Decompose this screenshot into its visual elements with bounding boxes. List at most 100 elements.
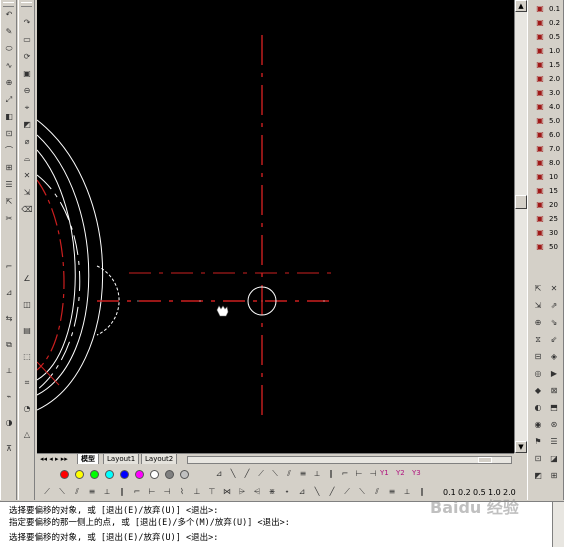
scale-label[interactable]: 4.0 [549, 103, 560, 111]
color-swatch[interactable] [120, 470, 129, 479]
left-lower-tool-button[interactable]: ◑ [2, 416, 16, 430]
right-tool-button[interactable]: ⊞ [547, 469, 561, 483]
linetype-tool-button[interactable]: ∥ [115, 485, 129, 499]
right-tool-button[interactable]: ◎ [531, 367, 545, 381]
linetype-tool-button[interactable]: ⋆ [280, 485, 294, 499]
linetype-tool-button[interactable]: ≡ [385, 485, 399, 499]
dimension-tool-button[interactable]: ⟋ [254, 467, 268, 481]
linetype-tool-button[interactable]: ≡ [85, 485, 99, 499]
color-swatch[interactable] [180, 470, 189, 479]
command-scrollbar[interactable] [552, 502, 564, 547]
linetype-tool-button[interactable]: ∥ [415, 485, 429, 499]
dimension-tool-button[interactable]: ⊣ [366, 467, 380, 481]
scroll-thumb[interactable] [515, 195, 527, 209]
horizontal-scrollbar[interactable] [187, 456, 512, 464]
linetype-tool-button[interactable]: ⊤ [205, 485, 219, 499]
right-tool-button[interactable]: ⊕ [531, 316, 545, 330]
color-swatch[interactable] [75, 470, 84, 479]
right-tool-button[interactable]: ◪ [547, 452, 561, 466]
left-tool-button[interactable]: ◩ [20, 118, 34, 132]
right-tool-button[interactable]: ⇱ [531, 282, 545, 296]
linetype-tool-button[interactable]: ⋇ [265, 485, 279, 499]
right-tool-button[interactable]: ⚑ [531, 435, 545, 449]
right-tool-button[interactable]: ⧖ [531, 333, 545, 347]
linetype-tool-button[interactable]: ⫽ [70, 485, 84, 499]
scale-label[interactable]: 0.1 [549, 5, 560, 13]
scale-icon[interactable]: ▣ [534, 242, 546, 252]
scale-icon[interactable]: ▣ [534, 4, 546, 14]
scale-icon[interactable]: ▣ [534, 172, 546, 182]
linetype-tool-button[interactable]: ⟍ [355, 485, 369, 499]
left-lower-tool-button[interactable]: ⌐ [2, 260, 16, 274]
color-swatch[interactable] [60, 470, 69, 479]
linetype-tool-button[interactable]: ⌐ [130, 485, 144, 499]
left-lower-tool-button[interactable]: ⧉ [2, 338, 16, 352]
scale-icon[interactable]: ▣ [534, 144, 546, 154]
scale-icon[interactable]: ▣ [534, 130, 546, 140]
left-lower-tool-button[interactable]: ⌗ [20, 376, 34, 390]
toolbar-grip[interactable] [3, 2, 14, 7]
right-tool-button[interactable]: ◆ [531, 384, 545, 398]
left-tool-button[interactable]: ⬭ [2, 42, 16, 56]
dimension-tool-button[interactable]: ⟂ [310, 467, 324, 481]
left-lower-tool-button[interactable]: ◫ [20, 298, 34, 312]
right-tool-button[interactable]: ⊡ [531, 452, 545, 466]
dimension-tool-button[interactable]: ⊢ [352, 467, 366, 481]
scale-label[interactable]: 0.5 [549, 33, 560, 41]
scale-label[interactable]: 25 [549, 215, 558, 223]
scale-label[interactable]: 15 [549, 187, 558, 195]
hscroll-thumb[interactable] [478, 457, 492, 463]
scale-icon[interactable]: ▣ [534, 214, 546, 224]
scale-icon[interactable]: ▣ [534, 88, 546, 98]
left-tool-button[interactable]: ↷ [20, 16, 34, 30]
scale-icon[interactable]: ▣ [534, 46, 546, 56]
linetype-tool-button[interactable]: ⟋ [40, 485, 54, 499]
left-lower-tool-button[interactable]: ∠ [20, 272, 34, 286]
left-tool-button[interactable]: ◧ [2, 110, 16, 124]
color-swatch[interactable] [150, 470, 159, 479]
scale-icon[interactable]: ▣ [534, 116, 546, 126]
left-tool-button[interactable]: ✕ [20, 169, 34, 183]
scale-icon[interactable]: ▣ [534, 158, 546, 168]
linetype-tool-button[interactable]: ⩤ [250, 485, 264, 499]
left-lower-tool-button[interactable]: ⟂ [2, 364, 16, 378]
left-tool-button[interactable]: ⊖ [20, 84, 34, 98]
right-tool-button[interactable]: ◐ [531, 401, 545, 415]
dimension-tool-button[interactable]: ╲ [226, 467, 240, 481]
linetype-tool-button[interactable]: ⟂ [100, 485, 114, 499]
scale-icon[interactable]: ▣ [534, 74, 546, 84]
scale-icon[interactable]: ▣ [534, 18, 546, 28]
scroll-up-button[interactable]: ▲ [515, 0, 527, 12]
linetype-tool-button[interactable]: ⋈ [220, 485, 234, 499]
scale-label[interactable]: 10 [549, 173, 558, 181]
scale-label[interactable]: 0.2 [549, 19, 560, 27]
linetype-tool-button[interactable]: ╱ [325, 485, 339, 499]
dimension-tool-button[interactable]: ⫽ [282, 467, 296, 481]
right-tool-button[interactable]: ☰ [547, 435, 561, 449]
linetype-tool-button[interactable]: ⟋ [340, 485, 354, 499]
left-tool-button[interactable]: ⟳ [20, 50, 34, 64]
drawing-canvas[interactable] [37, 0, 514, 453]
scale-label[interactable]: 8.0 [549, 159, 560, 167]
left-tool-button[interactable]: ⊕ [2, 76, 16, 90]
scale-icon[interactable]: ▣ [534, 60, 546, 70]
left-tool-button[interactable]: ⊞ [2, 161, 16, 175]
vertical-scrollbar[interactable]: ▲ ▼ [514, 0, 527, 453]
left-tool-button[interactable]: ⌖ [20, 101, 34, 115]
right-tool-button[interactable]: ⇗ [547, 299, 561, 313]
linetype-tool-button[interactable]: ⟂ [400, 485, 414, 499]
y2-label[interactable]: Y2 [396, 469, 405, 477]
left-lower-tool-button[interactable]: ▤ [20, 324, 34, 338]
right-tool-button[interactable]: ◩ [531, 469, 545, 483]
left-lower-tool-button[interactable]: ⌁ [2, 390, 16, 404]
linetype-tool-button[interactable]: ⟍ [55, 485, 69, 499]
scale-icon[interactable]: ▣ [534, 32, 546, 42]
left-tool-button[interactable]: ✎ [2, 25, 16, 39]
left-lower-tool-button[interactable]: ◔ [20, 402, 34, 416]
scale-label[interactable]: 20 [549, 201, 558, 209]
tab-nav-arrows[interactable]: ◂◂ ◂ ▸ ▸▸ [40, 454, 68, 464]
right-tool-button[interactable]: ⇙ [547, 333, 561, 347]
linetype-tool-button[interactable]: ⊥ [190, 485, 204, 499]
scale-icon[interactable]: ▣ [534, 228, 546, 238]
scale-label[interactable]: 1.5 [549, 61, 560, 69]
